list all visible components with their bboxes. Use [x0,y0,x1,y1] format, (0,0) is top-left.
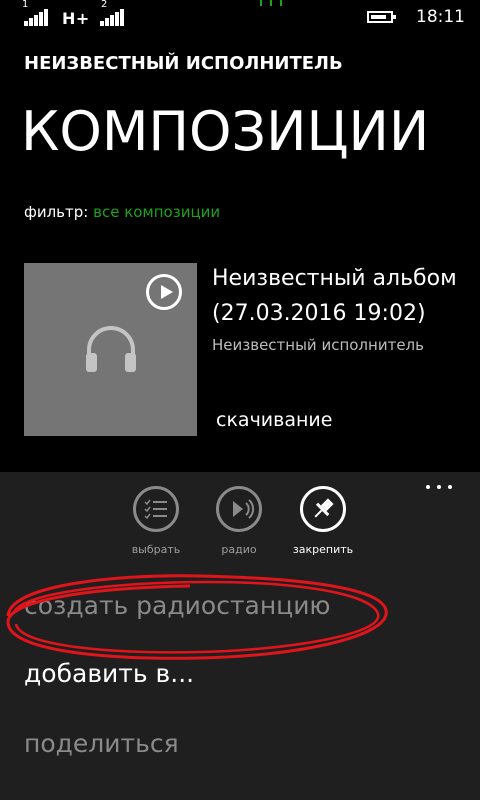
sim1-indicator: 1 [22,0,29,10]
clock: 18:11 [416,7,465,27]
select-button[interactable]: выбрать [116,486,196,566]
signal-strength-icon [24,8,50,26]
signal-strength-icon [100,8,126,26]
share-item[interactable]: поделиться [24,729,179,758]
radio-label: радио [221,543,257,556]
network-type-label: H+ [62,9,90,28]
more-options-button[interactable] [424,482,454,494]
add-to-item[interactable]: добавить в... [24,659,194,688]
app-title: НЕИЗВЕСТНЫЙ ИСПОЛНИТЕЛЬ [24,53,343,74]
filter-label: фильтр: [24,203,89,221]
pin-label: закрепить [292,543,354,556]
pin-icon [314,498,334,518]
dot-icon [437,485,441,489]
album-artist: Неизвестный исполнитель [212,336,424,354]
status-bar: 1 H+ 2 18:11 [0,0,480,32]
radio-icon [233,499,255,519]
headphones-icon [86,326,136,372]
dot-icon [448,485,452,489]
page-title: КОМПОЗИЦИИ [21,100,430,163]
select-label: выбрать [131,543,181,556]
album-art-tile[interactable] [24,263,197,436]
pin-button[interactable]: закрепить [283,486,363,566]
radio-button[interactable]: радио [199,486,279,566]
sim2-indicator: 2 [101,0,108,10]
album-date: (27.03.2016 19:02) [212,301,426,326]
filter-value[interactable]: все композиции [93,203,220,221]
album-name[interactable]: Неизвестный альбом [212,262,480,295]
battery-icon [367,11,396,23]
list-select-icon [144,499,167,520]
download-status: скачивание [216,409,333,431]
app-bar: выбрать радио закрепить создать радиоста… [0,472,480,800]
create-radio-station-item[interactable]: создать радиостанцию [24,591,330,620]
dot-icon [426,485,430,489]
activity-indicator [260,0,290,6]
play-button[interactable] [146,274,182,310]
play-icon [161,285,173,299]
filter-selector[interactable]: фильтр: все композиции [24,203,220,221]
